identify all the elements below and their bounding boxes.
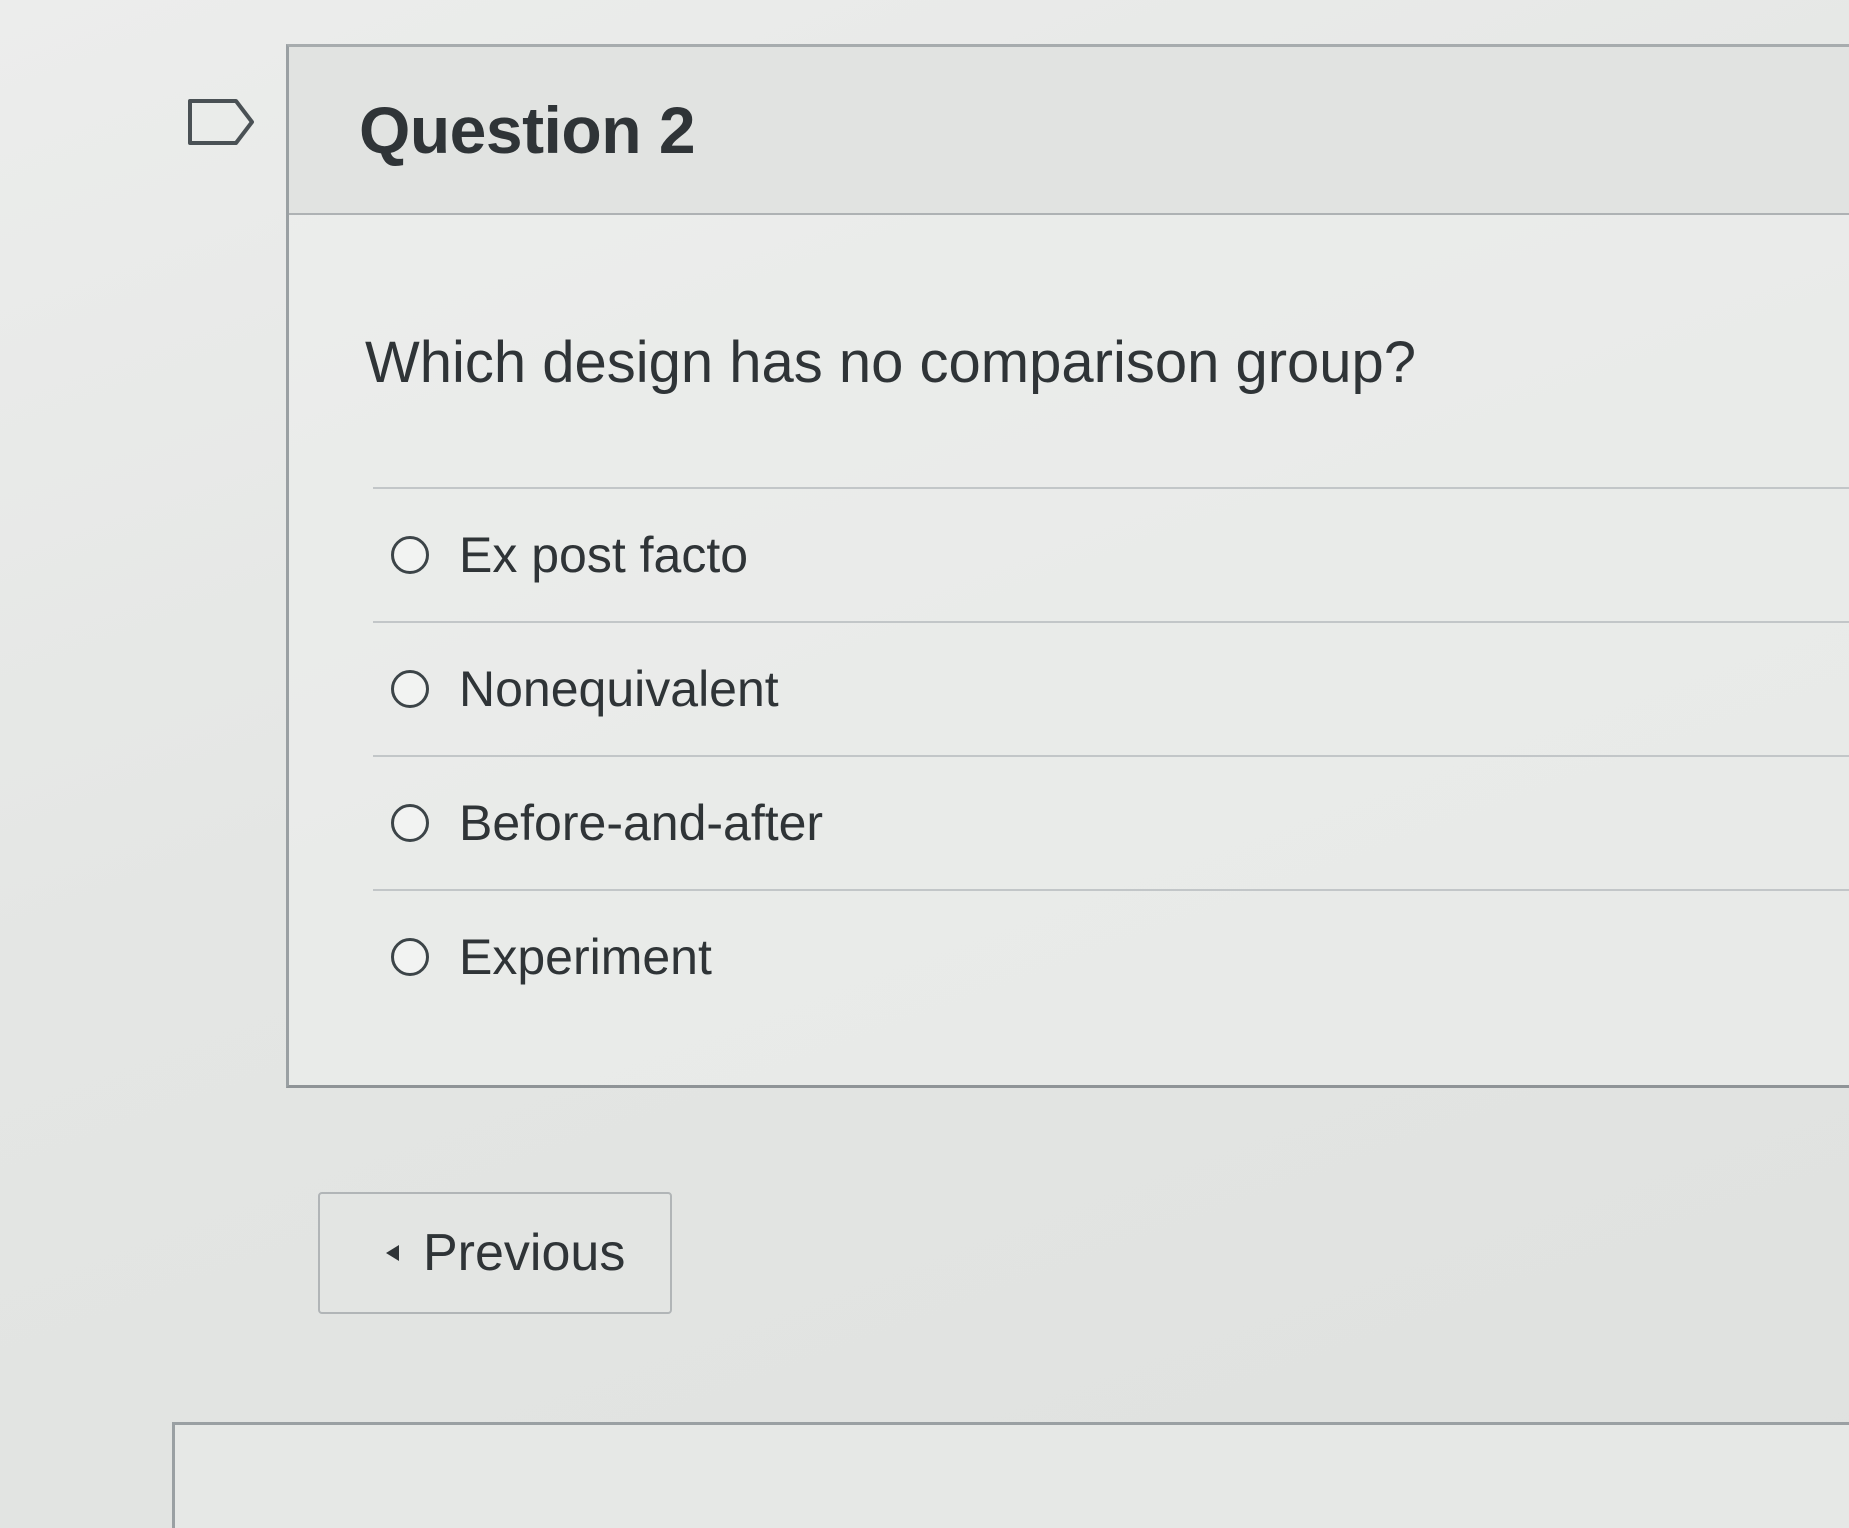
caret-left-icon (386, 1245, 399, 1261)
answer-option-ex-post-facto[interactable]: Ex post facto (373, 487, 1849, 621)
answer-label[interactable]: Ex post facto (459, 526, 748, 584)
answer-label[interactable]: Nonequivalent (459, 660, 779, 718)
question-title: Question 2 (359, 93, 696, 167)
question-text: Which design has no comparison group? (365, 330, 1417, 395)
radio-button[interactable] (391, 804, 429, 842)
question-header: Question 2 (289, 47, 1849, 215)
quiz-page: Question 2 Which design has no compariso… (0, 0, 1849, 1528)
answer-option-nonequivalent[interactable]: Nonequivalent (373, 621, 1849, 755)
flag-question-icon[interactable] (186, 97, 256, 147)
answer-list: Ex post facto Nonequivalent Before-and-a… (373, 487, 1849, 1023)
previous-button-label: Previous (423, 1224, 626, 1282)
answer-label[interactable]: Before-and-after (459, 794, 823, 852)
previous-button[interactable]: Previous (318, 1192, 672, 1314)
answer-option-experiment[interactable]: Experiment (373, 889, 1849, 1023)
radio-button[interactable] (391, 938, 429, 976)
radio-button[interactable] (391, 536, 429, 574)
answer-label[interactable]: Experiment (459, 928, 712, 986)
next-section-panel (172, 1422, 1849, 1528)
radio-button[interactable] (391, 670, 429, 708)
answer-option-before-and-after[interactable]: Before-and-after (373, 755, 1849, 889)
question-card: Question 2 Which design has no compariso… (286, 44, 1849, 1088)
